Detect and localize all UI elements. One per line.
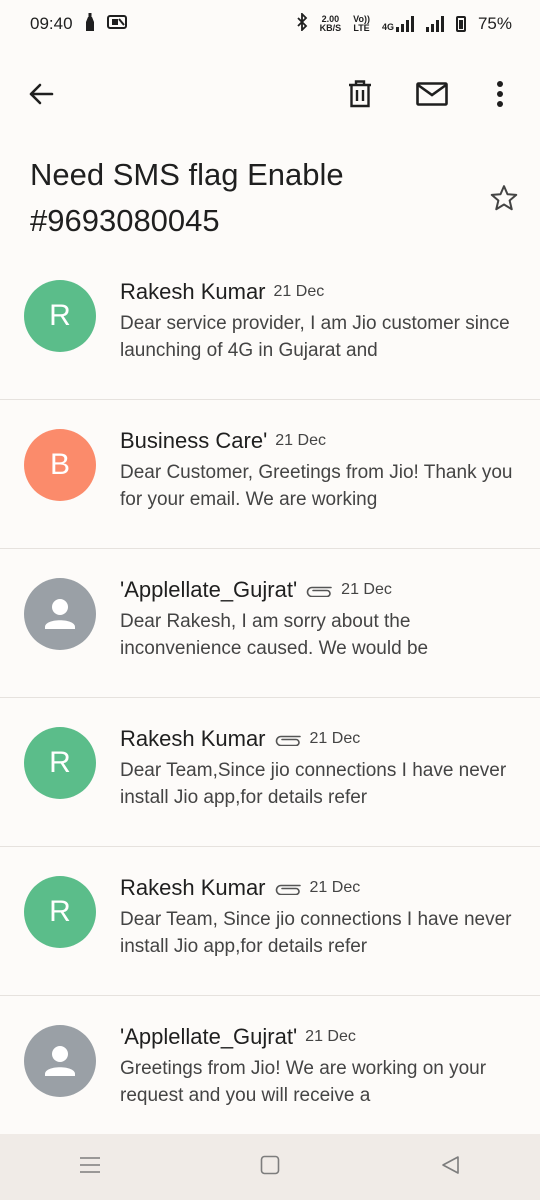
message-item[interactable]: 'Applellate_Gujrat' 21 Dec Greetings from … — [0, 996, 540, 1145]
message-date: 21 Dec — [273, 283, 325, 300]
sender-name: Rakesh Kumar — [120, 875, 266, 900]
message-snippet: Dear Customer, Greetings from Jio! Thank… — [120, 462, 513, 510]
thread-subject: Need SMS flag Enable #9693080045 — [30, 157, 344, 238]
message-item[interactable]: R Rakesh Kumar 21 Dec Dear Team, Since jio … — [0, 847, 540, 996]
star-outline-icon — [489, 183, 519, 218]
delete-button[interactable] — [332, 66, 388, 126]
network-speed: 2.00 KB/S — [320, 15, 342, 33]
signal-icon — [395, 16, 414, 32]
message-date: 21 Dec — [309, 730, 361, 747]
home-button[interactable] — [240, 1142, 300, 1192]
sender-name: Rakesh Kumar — [120, 726, 266, 751]
paperclip-icon — [274, 732, 302, 746]
sender-name: 'Applellate_Gujrat' — [120, 1024, 298, 1049]
avatar-letter: R — [49, 895, 71, 928]
signal-4g: 4G — [382, 16, 414, 32]
sender-line: 'Applellate_Gujrat' 21 Dec — [120, 577, 392, 603]
volte-indicator: Vo)) LTE — [353, 15, 370, 33]
message-snippet: Greetings from Jio! We are working on yo… — [120, 1058, 487, 1106]
status-time: 09:40 — [30, 14, 73, 33]
sender-name: 'Applellate_Gujrat' — [120, 577, 298, 602]
avatar-letter: R — [49, 746, 71, 779]
triangle-left-icon — [440, 1155, 460, 1180]
sender-line: Business Care' 21 Dec — [120, 428, 326, 454]
message-snippet: Dear service provider, I am Jio customer… — [120, 313, 510, 361]
recents-button[interactable] — [60, 1142, 120, 1192]
sender-name: Rakesh Kumar — [120, 279, 266, 304]
message-date: 21 Dec — [309, 879, 361, 896]
mark-unread-button[interactable] — [404, 66, 460, 126]
message-snippet: Dear Team, Since jio connections I have … — [120, 909, 512, 957]
message-item[interactable]: B Business Care' 21 Dec Dear Customer, Gree… — [0, 400, 540, 549]
message-item[interactable]: R Rakesh Kumar 21 Dec Dear service provider… — [0, 251, 540, 400]
message-date: 21 Dec — [275, 432, 326, 449]
square-icon — [260, 1155, 280, 1180]
nav-back-button[interactable] — [420, 1142, 480, 1192]
system-navigation-bar — [0, 1134, 540, 1200]
message-date: 21 Dec — [305, 1028, 356, 1045]
message-snippet: Dear Rakesh, I am sorry about the inconv… — [120, 611, 429, 659]
battery-level: 75% — [477, 14, 512, 33]
avatar[interactable] — [24, 578, 96, 650]
more-options-button[interactable] — [472, 66, 528, 126]
message-snippet: Dear Team,Since jio connections I have n… — [120, 760, 507, 808]
battery-icon — [455, 16, 466, 32]
sender-line: Rakesh Kumar 21 Dec — [120, 279, 324, 305]
avatar[interactable]: B — [24, 429, 96, 501]
toolbar — [0, 66, 540, 126]
sender-line: Rakesh Kumar 21 Dec — [120, 875, 360, 901]
status-right: 2.00 KB/S Vo)) LTE 4G 75% — [296, 11, 512, 36]
bottle-icon — [85, 12, 95, 36]
bluetooth-icon — [296, 11, 308, 36]
network-type: 4G — [381, 22, 394, 32]
signal-icon — [425, 16, 444, 32]
notification-app-icon — [106, 14, 127, 35]
status-left: 09:40 — [30, 12, 127, 36]
star-button[interactable] — [484, 180, 524, 220]
sender-line: 'Applellate_Gujrat' 21 Dec — [120, 1024, 356, 1050]
paperclip-icon — [305, 583, 333, 597]
person-icon — [38, 592, 82, 636]
avatar[interactable]: R — [24, 727, 96, 799]
message-item[interactable]: R Rakesh Kumar 21 Dec Dear Team,Since jio c… — [0, 698, 540, 847]
sender-line: Rakesh Kumar 21 Dec — [120, 726, 360, 752]
avatar-letter: B — [49, 448, 70, 481]
person-icon — [38, 1039, 82, 1083]
status-bar: 09:40 2.00 KB/S Vo)) LTE 4G 75% — [0, 0, 540, 48]
paperclip-icon — [274, 881, 302, 895]
avatar-letter: R — [49, 299, 71, 332]
avatar[interactable]: R — [24, 876, 96, 948]
network-speed-unit: KB/S — [319, 23, 342, 33]
back-button[interactable] — [13, 66, 69, 126]
message-date: 21 Dec — [341, 581, 392, 598]
avatar[interactable]: R — [24, 280, 96, 352]
sender-name: Business Care' — [120, 428, 268, 453]
trash-icon — [348, 79, 372, 113]
mail-icon — [416, 81, 448, 111]
volte-bottom: LTE — [353, 23, 370, 33]
three-dots-vertical-icon — [496, 80, 504, 112]
menu-lines-icon — [79, 1156, 101, 1179]
arrow-left-icon — [28, 82, 54, 111]
message-list: R Rakesh Kumar 21 Dec Dear service provider… — [0, 251, 540, 1145]
message-item[interactable]: 'Applellate_Gujrat' 21 Dec Dear Rakesh, I … — [0, 549, 540, 698]
avatar[interactable] — [24, 1025, 96, 1097]
